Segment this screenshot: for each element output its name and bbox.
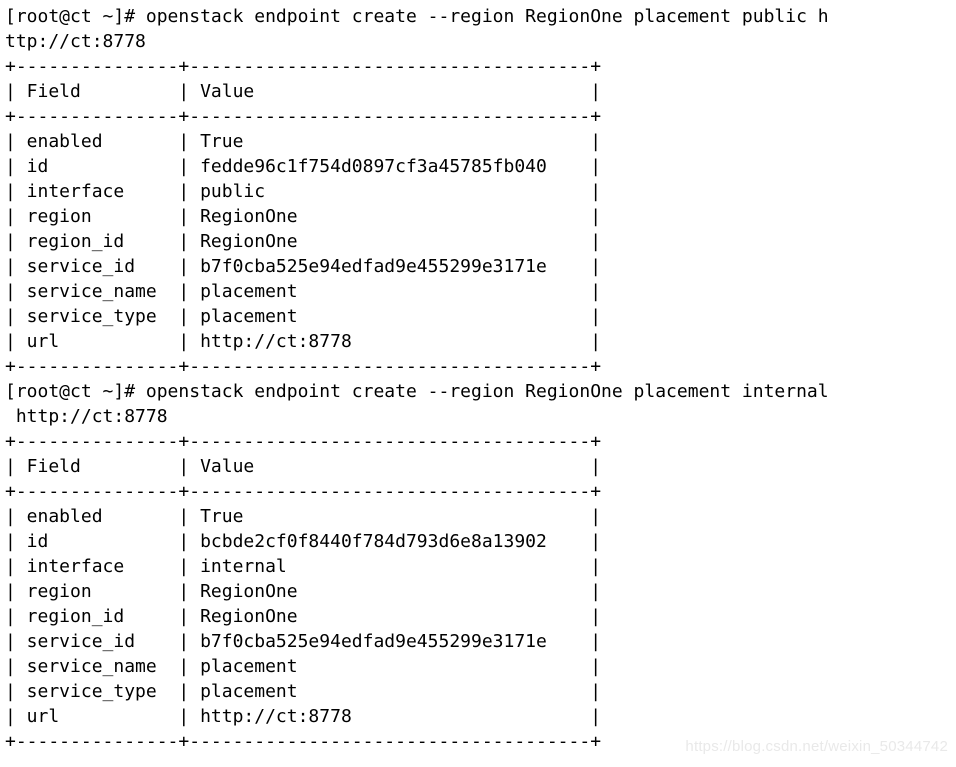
terminal-line: | region | RegionOne | [5,581,602,602]
terminal-line: | enabled | True | [5,506,602,527]
terminal-line: | Field | Value | [5,81,602,102]
terminal-line: http://ct:8778 [5,406,168,427]
terminal-line: +---------------+-----------------------… [5,56,602,77]
terminal-line: | service_type | placement | [5,681,602,702]
terminal-line: | service_type | placement | [5,306,602,327]
terminal-line: | service_id | b7f0cba525e94edfad9e45529… [5,256,602,277]
terminal-line: | service_name | placement | [5,656,602,677]
terminal-line: | service_name | placement | [5,281,602,302]
terminal-line: | region_id | RegionOne | [5,231,602,252]
terminal-line: | id | bcbde2cf0f8440f784d793d6e8a13902 … [5,531,602,552]
terminal-line: [root@ct ~]# openstack endpoint create -… [5,381,829,402]
terminal-line: | Field | Value | [5,456,602,477]
terminal-line: | region | RegionOne | [5,206,602,227]
terminal-line: [root@ct ~]# openstack endpoint create -… [5,6,829,27]
terminal-line: | url | http://ct:8778 | [5,331,602,352]
terminal-line: | interface | public | [5,181,602,202]
terminal-line: | service_id | b7f0cba525e94edfad9e45529… [5,631,602,652]
terminal-line: | id | fedde96c1f754d0897cf3a45785fb040 … [5,156,602,177]
terminal-line: | url | http://ct:8778 | [5,706,602,727]
terminal-line: +---------------+-----------------------… [5,356,602,377]
terminal-line: | interface | internal | [5,556,602,577]
terminal-line: +---------------+-----------------------… [5,106,602,127]
terminal-line: +---------------+-----------------------… [5,431,602,452]
terminal-line: | enabled | True | [5,131,602,152]
terminal-line: ttp://ct:8778 [5,31,146,52]
terminal-output: [root@ct ~]# openstack endpoint create -… [5,4,956,754]
csdn-watermark: https://blog.csdn.net/weixin_50344742 [685,738,948,755]
terminal-window[interactable]: [root@ct ~]# openstack endpoint create -… [0,0,956,767]
terminal-line: | region_id | RegionOne | [5,606,602,627]
terminal-line: +---------------+-----------------------… [5,481,602,502]
